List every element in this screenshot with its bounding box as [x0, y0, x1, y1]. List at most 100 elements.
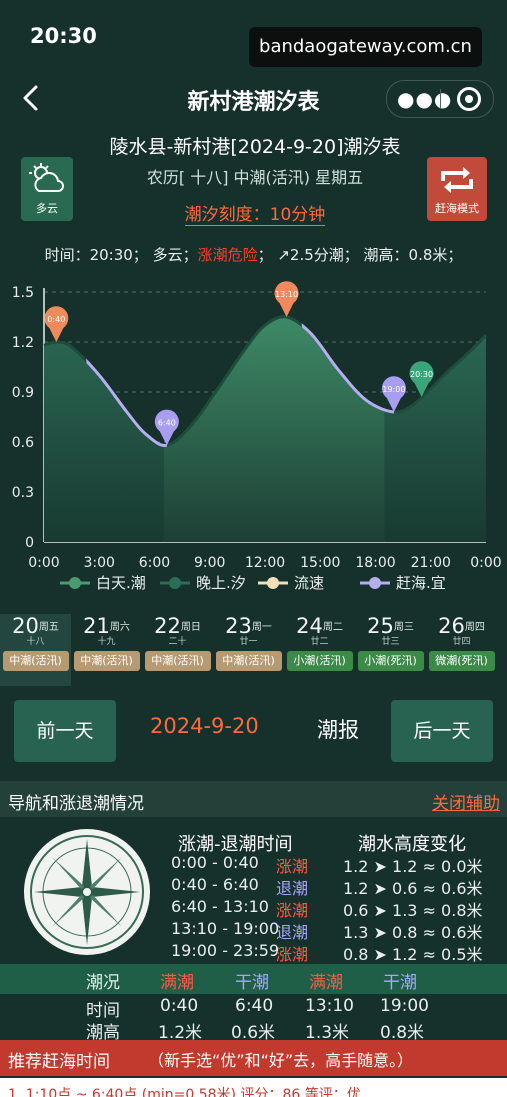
mode-label: 赶海模式 [435, 202, 479, 215]
day-lunar: 廿二 [310, 637, 329, 647]
tide-period-type: 退潮 [276, 923, 309, 942]
day-weekday: 周一 [251, 622, 272, 633]
catch-sea-mode-button[interactable]: 赶海模式 [427, 157, 487, 221]
tide-period-time: 13:10 - 19:00 [171, 919, 280, 938]
y-tick-label: 1.5 [12, 285, 34, 301]
miniapp-capsule: ●●● [386, 80, 494, 118]
section-title: 导航和涨退潮情况 [8, 794, 144, 814]
compass-icon [24, 829, 150, 955]
day-weekday: 周六 [109, 622, 130, 633]
day-lunar: 廿一 [239, 637, 258, 647]
tide-table-title: 陵水县-新村港[2024-9-20]潮汐表 [109, 136, 401, 158]
info-prefix: 时间：20:30； 多云； [44, 246, 198, 264]
x-tick-label: 0:00 [470, 555, 501, 571]
recommend-subtitle: （新手选“优”和“好”去，高手随意。） [148, 1051, 414, 1070]
day-lunar: 廿三 [381, 637, 400, 647]
close-assist-link[interactable]: 关闭辅助 [432, 789, 500, 814]
tide-type-badge: 中潮(活汛) [215, 651, 282, 671]
tide-marker-label: 6:40 [158, 418, 176, 427]
legend-label: 赶海.宜 [396, 574, 446, 592]
tide-type-badge: 中潮(活汛) [144, 651, 211, 671]
summary-label-state: 潮况 [86, 973, 120, 993]
x-tick-label: 6:00 [139, 555, 170, 571]
repeat-icon [441, 167, 473, 193]
watermark: bandaogateway.com.cn [249, 27, 482, 67]
tide-marker [381, 376, 406, 412]
tide-height-change: 1.2 ➤ 1.2 ≈ 0.0米 [343, 857, 483, 876]
tide-period-time: 0:40 - 6:40 [171, 875, 259, 894]
recommend-list: 1. 1:10点 ~ 6:40点 (min=0.58米) 评分：86 等评：优 [0, 1078, 507, 1097]
recommend-item[interactable]: 1. 1:10点 ~ 6:40点 (min=0.58米) 评分：86 等评：优 [8, 1084, 361, 1097]
tide-chart: 0 0.3 0.6 0.9 1.2 1.5 0:40 6:40 13:10 19:00 20:30 0… [12, 281, 502, 592]
day-item[interactable]: 24周二 廿二 小潮(活汛) [284, 614, 355, 686]
x-tick-label: 3:00 [84, 555, 115, 571]
tide-height-change: 0.6 ➤ 1.3 ≈ 0.8米 [343, 901, 483, 920]
day-weekday: 周三 [393, 622, 414, 633]
tide-type-badge: 中潮(活汛) [73, 651, 140, 671]
day-item[interactable]: 22周日 二十 中潮(活汛) [142, 614, 213, 686]
day-weekday: 周日 [180, 622, 201, 633]
tide-marker-label: 0:40 [47, 315, 65, 324]
y-tick-label: 0.3 [12, 485, 34, 501]
legend-dot [69, 577, 81, 589]
day-item[interactable]: 26周四 廿四 微潮(死汛) [426, 614, 497, 686]
tide-height-change: 1.3 ➤ 0.8 ≈ 0.6米 [343, 923, 483, 942]
current-info: 时间：20:30； 多云；涨潮危险； ↗2.5分潮； 潮高：0.8米； [0, 244, 507, 265]
legend-dot [267, 577, 279, 589]
tide-marker [274, 281, 299, 317]
recommend-bar: 推荐赶海时间 （新手选“优”和“好”去，高手随意。） [0, 1040, 507, 1076]
scale-link[interactable]: 潮汐刻度：10分钟 [90, 200, 420, 226]
capsule-divider [440, 89, 441, 109]
tide-marker-label: 19:00 [382, 385, 405, 394]
tide-type-badge: 中潮(活汛) [2, 651, 69, 671]
recommend-title: 推荐赶海时间 [8, 1052, 110, 1072]
cloudy-icon [29, 163, 64, 192]
tide-period-type: 涨潮 [276, 901, 309, 920]
y-tick-label: 0 [25, 535, 34, 551]
summary-time-4: 19:00 [380, 996, 429, 1016]
tide-period-type: 涨潮 [276, 945, 309, 964]
next-day-button[interactable]: 后一天 [391, 700, 493, 762]
day-item[interactable]: 25周三 廿三 小潮(死汛) [355, 614, 426, 686]
x-tick-label: 0:00 [28, 555, 59, 571]
day-item[interactable]: 23周一 廿一 中潮(活汛) [213, 614, 284, 686]
day-weekday: 周五 [38, 622, 59, 633]
tide-report-link[interactable]: 潮报 [317, 714, 359, 744]
summary-time-1: 0:40 [160, 996, 199, 1016]
close-miniapp-icon[interactable] [457, 87, 481, 111]
day-item[interactable]: 21周六 十九 中潮(活汛) [71, 614, 142, 686]
legend-dot [169, 577, 181, 589]
weather-label: 多云 [36, 202, 58, 215]
lunar-info: 农历[ 十八] 中潮(活汛) 星期五 [146, 168, 364, 187]
status-time: 20:30 [30, 24, 97, 48]
legend-label: 晚上.汐 [196, 574, 246, 592]
scale-text: 潮汐刻度：10分钟 [184, 205, 326, 226]
more-icon[interactable]: ●●● [397, 87, 452, 111]
y-tick-label: 1.2 [12, 335, 34, 351]
date-nav-row: 前一天 2024-9-20 潮报 后一天 [0, 694, 507, 766]
x-tick-label: 21:00 [411, 555, 451, 571]
x-tick-label: 15:00 [300, 555, 340, 571]
tide-period-type: 涨潮 [276, 857, 309, 876]
tide-period-type: 退潮 [276, 879, 309, 898]
summary-state-1: 满潮 [160, 973, 194, 993]
y-tick-label: 0.9 [12, 385, 34, 401]
day-item[interactable]: 20周五 十八 中潮(活汛) [0, 614, 71, 686]
summary-state-3: 满潮 [309, 973, 343, 993]
prev-day-button[interactable]: 前一天 [14, 700, 116, 762]
summary-time-2: 6:40 [235, 996, 274, 1016]
summary-time-3: 13:10 [305, 996, 354, 1016]
tide-height-change: 0.8 ➤ 1.2 ≈ 0.5米 [343, 945, 483, 964]
tide-period-time: 6:40 - 13:10 [171, 897, 269, 916]
tide-marker [44, 306, 69, 342]
day-lunar: 二十 [168, 637, 187, 647]
x-tick-label: 18:00 [355, 555, 395, 571]
day-lunar: 十九 [97, 637, 116, 647]
day-selector: 20周五 十八 中潮(活汛) 21周六 十九 中潮(活汛) 22周日 二十 中潮(活汛) 23周一… [0, 614, 507, 686]
x-tick-label: 12:00 [245, 555, 285, 571]
current-date: 2024-9-20 [150, 714, 259, 738]
weather-button[interactable]: 多云 [21, 157, 73, 221]
tide-period-time: 19:00 - 23:59 [171, 941, 280, 960]
day-weekday: 周四 [464, 622, 485, 633]
info-suffix: ； ↗2.5分潮； 潮高：0.8米； [257, 246, 463, 264]
